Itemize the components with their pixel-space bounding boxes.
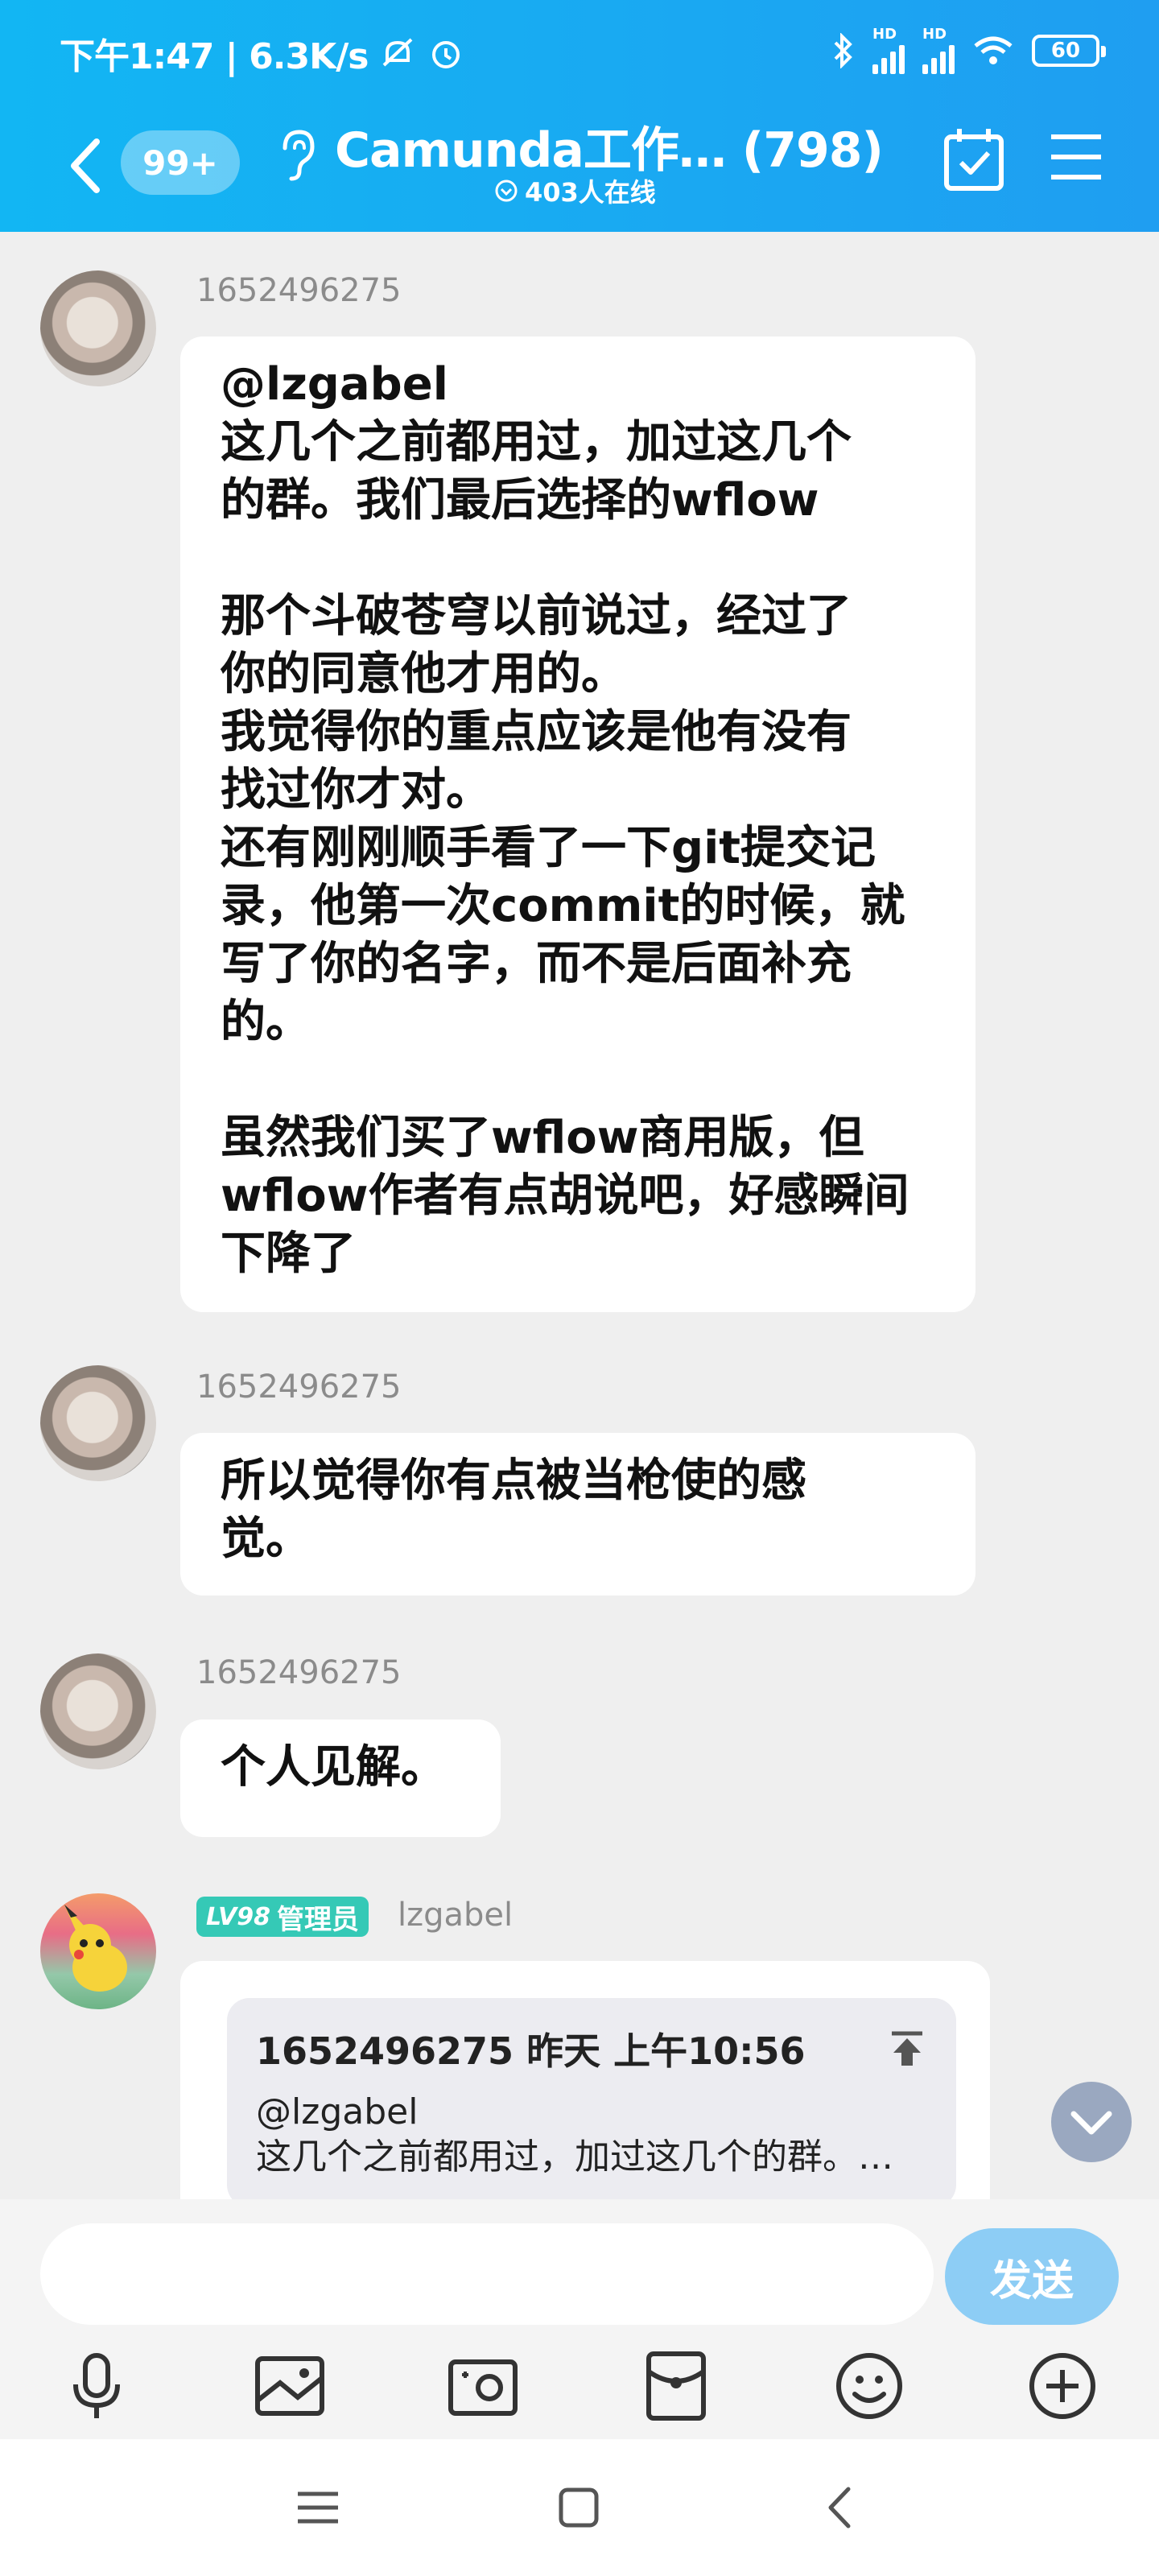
system-nav-bar xyxy=(0,2439,1159,2576)
hd-label-1: HD xyxy=(872,26,897,43)
online-count-text: 403人在线 xyxy=(525,177,656,208)
scroll-down-button[interactable] xyxy=(1051,2082,1132,2162)
battery-level: 60 xyxy=(1050,39,1081,63)
back-nav-icon[interactable] xyxy=(811,2479,868,2536)
role-label: 管理员 xyxy=(276,1903,359,1936)
status-right: HD HD 60 xyxy=(831,27,1106,74)
message-bubble[interactable]: 所以觉得你有点被当枪使的感 觉。 xyxy=(180,1433,975,1596)
sender-name[interactable]: 1652496275 xyxy=(196,1654,402,1691)
signal-2: HD xyxy=(922,27,955,74)
back-arrow-icon[interactable] xyxy=(61,134,109,198)
ear-icon[interactable] xyxy=(275,127,317,184)
mic-icon[interactable] xyxy=(58,2347,135,2425)
sender-avatar[interactable] xyxy=(40,1365,156,1481)
input-bar: 发送 xyxy=(0,2199,1159,2336)
sender-name[interactable]: 1652496275 xyxy=(196,272,402,309)
recent-apps-icon[interactable] xyxy=(290,2479,346,2536)
online-count: 403人在线 xyxy=(494,172,656,209)
quote-preview: 这几个之前都用过，加过这几个的群。… xyxy=(256,2136,893,2178)
battery-icon: 60 xyxy=(1032,35,1106,67)
pikachu-avatar-icon xyxy=(64,1905,127,1992)
admin-avatar[interactable] xyxy=(40,1893,156,2009)
bluetooth-icon xyxy=(834,33,852,68)
online-status-icon xyxy=(495,180,518,202)
status-bar: 下午1:47 | 6.3K/s HD HD 60 xyxy=(0,0,1159,103)
admin-level-badge: LV98 管理员 xyxy=(196,1897,369,1937)
hd-label-2: HD xyxy=(922,26,947,43)
chat-title[interactable]: Camunda工作… (798) xyxy=(335,111,884,181)
unread-badge[interactable]: 99+ xyxy=(121,130,240,195)
menu-icon[interactable] xyxy=(1050,132,1103,182)
jump-to-top-icon[interactable] xyxy=(887,2029,927,2069)
input-toolbar xyxy=(0,2336,1159,2439)
wifi-icon xyxy=(974,36,1013,64)
signal-bars-icon xyxy=(872,42,905,74)
image-icon[interactable] xyxy=(251,2347,328,2425)
message-bubble[interactable]: 个人见解。 xyxy=(180,1719,501,1837)
red-packet-icon[interactable] xyxy=(637,2347,715,2425)
quote-header-row: 1652496275 昨天 上午10:56 xyxy=(256,2022,927,2075)
admin-sender-name[interactable]: lzgabel xyxy=(398,1897,513,1934)
chat-nav: 99+ Camunda工作… (798) 403人在线 xyxy=(0,103,1159,232)
plus-icon[interactable] xyxy=(1024,2347,1101,2425)
camera-icon[interactable] xyxy=(444,2347,522,2425)
alarm-icon xyxy=(432,41,460,68)
level-label: LV98 xyxy=(206,1902,270,1931)
sender-avatar[interactable] xyxy=(40,270,156,386)
mute-icon xyxy=(383,38,413,67)
signal-1: HD xyxy=(872,27,905,74)
calendar-check-icon[interactable] xyxy=(942,126,1006,193)
send-button[interactable]: 发送 xyxy=(945,2228,1119,2325)
emoji-icon[interactable] xyxy=(831,2347,908,2425)
signal-bars-icon xyxy=(922,42,955,74)
sender-avatar[interactable] xyxy=(40,1653,156,1769)
message-input[interactable] xyxy=(40,2223,934,2325)
top-header: 下午1:47 | 6.3K/s HD HD 60 99+ Camunda工作… … xyxy=(0,0,1159,232)
chevron-down-icon xyxy=(1070,2111,1112,2135)
status-left: 下午1:47 | 6.3K/s xyxy=(60,27,464,79)
sender-name[interactable]: 1652496275 xyxy=(196,1368,402,1406)
quote-header: 1652496275 昨天 上午10:56 xyxy=(256,2029,806,2073)
quote-mention: @lzgabel xyxy=(256,2091,419,2132)
message-bubble[interactable]: @lzgabel 这几个之前都用过，加过这几个 的群。我们最后选择的wflow … xyxy=(180,336,975,1312)
status-time-speed: 下午1:47 | 6.3K/s xyxy=(60,36,369,77)
quoted-message[interactable]: 1652496275 昨天 上午10:56 @lzgabel 这几个之前都用过，… xyxy=(227,1998,956,2207)
home-icon[interactable] xyxy=(551,2479,607,2536)
